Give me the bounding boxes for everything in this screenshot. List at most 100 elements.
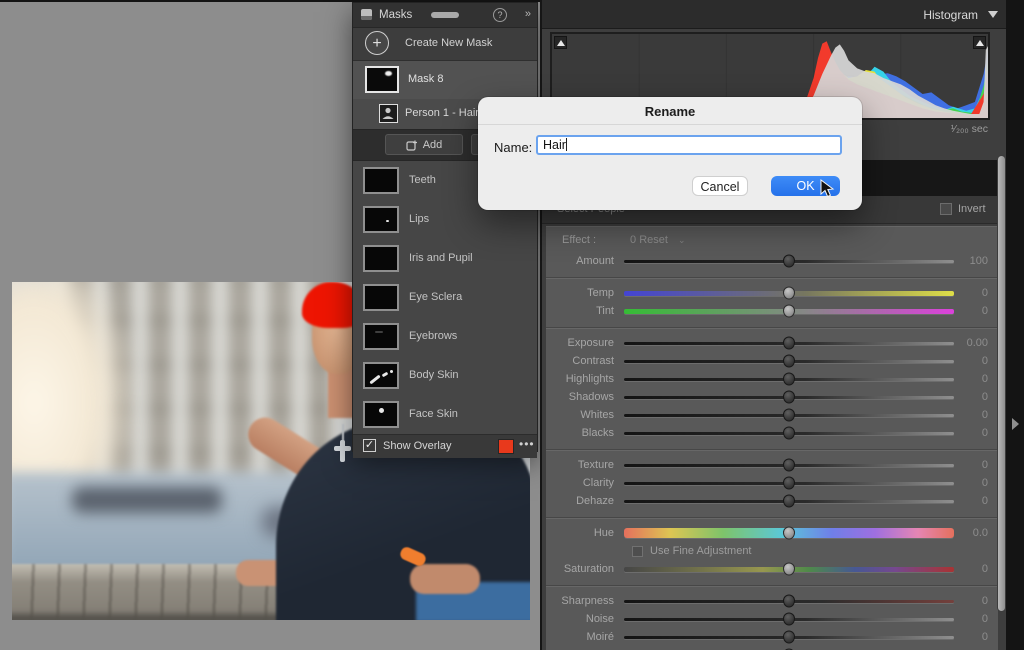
slider-label: Noise xyxy=(554,613,614,625)
slider-value: 0 xyxy=(954,613,990,625)
effect-label: Effect : xyxy=(562,234,596,246)
mask-list-item[interactable]: Eye Sclera xyxy=(353,278,537,317)
mask-icon xyxy=(361,9,372,20)
drag-handle[interactable] xyxy=(431,12,459,18)
slider-knob[interactable] xyxy=(783,495,795,508)
slider-track-sharpness[interactable] xyxy=(624,600,954,603)
mask-list-item[interactable]: Body Skin xyxy=(353,356,537,395)
highlight-clipping-indicator[interactable] xyxy=(973,36,986,49)
masks-panel: Masks ? » + Create New Mask Mask 8 Perso… xyxy=(352,2,538,452)
histogram-panel-header[interactable]: Histogram xyxy=(542,0,1006,29)
slider-knob[interactable] xyxy=(783,477,795,490)
scrollbar[interactable] xyxy=(997,155,1006,612)
slider-dehaze: Dehaze0 xyxy=(546,492,998,510)
slider-track-hue[interactable] xyxy=(624,528,954,538)
slider-track-dehaze[interactable] xyxy=(624,500,954,503)
slider-track-tint[interactable] xyxy=(624,309,954,314)
slider-track-blacks[interactable] xyxy=(624,432,954,435)
slider-label: Highlights xyxy=(554,373,614,385)
slider-knob[interactable] xyxy=(783,373,795,386)
reset-button[interactable]: 0 Reset xyxy=(630,234,668,246)
mask-list-item[interactable]: Iris and Pupil xyxy=(353,239,537,278)
slider-value: 0 xyxy=(954,595,990,607)
slider-whites: Whites0 xyxy=(546,406,998,424)
slider-knob[interactable] xyxy=(783,631,795,644)
histogram-title: Histogram xyxy=(923,8,978,22)
slider-knob[interactable] xyxy=(783,355,795,368)
slider-exposure: Exposure0.00 xyxy=(546,334,998,352)
add-button[interactable]: Add xyxy=(385,134,463,155)
invert-checkbox[interactable] xyxy=(940,203,952,215)
collapse-icon[interactable]: » xyxy=(525,8,529,20)
slider-label: Exposure xyxy=(554,337,614,349)
slider-label: Shadows xyxy=(554,391,614,403)
slider-group: Hue0.0Use Fine AdjustmentSaturation0 xyxy=(546,517,998,585)
slider-clarity: Clarity0 xyxy=(546,474,998,492)
slider-track-shadows[interactable] xyxy=(624,396,954,399)
slider-label: Tint xyxy=(554,305,614,317)
cancel-button[interactable]: Cancel xyxy=(692,176,748,196)
name-input[interactable]: Hair xyxy=(536,135,842,155)
slider-contrast: Contrast0 xyxy=(546,352,998,370)
add-button-label: Add xyxy=(423,139,443,151)
slider-value: 0 xyxy=(954,355,990,367)
slider-track-amount[interactable] xyxy=(624,260,954,263)
use-fine-adjustment-row: Use Fine Adjustment xyxy=(546,542,998,560)
slider-knob[interactable] xyxy=(783,527,795,540)
slider-group: Texture0Clarity0Dehaze0 xyxy=(546,449,998,517)
slider-knob[interactable] xyxy=(783,595,795,608)
slider-track-texture[interactable] xyxy=(624,464,954,467)
mask-item-selected[interactable]: Mask 8 xyxy=(353,61,537,99)
slider-group: Temp0Tint0 xyxy=(546,277,998,327)
help-icon[interactable]: ? xyxy=(493,8,507,22)
plus-icon: + xyxy=(365,31,389,55)
slider-tint: Tint0 xyxy=(546,302,998,320)
mask-list-item[interactable]: Face Skin xyxy=(353,395,537,434)
slider-knob[interactable] xyxy=(783,305,795,318)
slider-blacks: Blacks0 xyxy=(546,424,998,442)
panel-expander-icon[interactable] xyxy=(1012,418,1019,430)
overlay-color-swatch[interactable] xyxy=(498,439,514,454)
slider-track-noise[interactable] xyxy=(624,618,954,621)
slider-track-moir-[interactable] xyxy=(624,636,954,639)
effect-dropdown-icon[interactable]: ⌄ xyxy=(678,235,686,246)
slider-knob[interactable] xyxy=(783,427,795,440)
slider-track-saturation[interactable] xyxy=(624,567,954,572)
slider-knob[interactable] xyxy=(783,409,795,422)
text-caret xyxy=(566,138,567,151)
slider-track-clarity[interactable] xyxy=(624,482,954,485)
slider-label: Texture xyxy=(554,459,614,471)
slider-knob[interactable] xyxy=(783,613,795,626)
masks-panel-header[interactable]: Masks ? » xyxy=(353,3,537,28)
slider-value: 0 xyxy=(954,409,990,421)
create-new-mask-button[interactable]: + Create New Mask xyxy=(353,28,537,61)
slider-track-whites[interactable] xyxy=(624,414,954,417)
panel-edge-strip xyxy=(1006,0,1024,650)
panel-collapse-triangle-icon[interactable] xyxy=(988,11,998,18)
slider-track-exposure[interactable] xyxy=(624,342,954,345)
slider-track-contrast[interactable] xyxy=(624,360,954,363)
show-overlay-checkbox[interactable]: ✓ xyxy=(363,439,376,452)
slider-knob[interactable] xyxy=(783,287,795,300)
shadow-clipping-indicator[interactable] xyxy=(554,36,567,49)
mask-list-item[interactable]: Eyebrows xyxy=(353,317,537,356)
slider-label: Blacks xyxy=(554,427,614,439)
slider-knob[interactable] xyxy=(783,391,795,404)
slider-knob[interactable] xyxy=(783,337,795,350)
slider-label: Dehaze xyxy=(554,495,614,507)
slider-knob[interactable] xyxy=(783,255,795,268)
more-options-icon[interactable]: ••• xyxy=(519,437,535,451)
slider-shadows: Shadows0 xyxy=(546,388,998,406)
slider-knob[interactable] xyxy=(783,563,795,576)
lightroom-window: Masks ? » + Create New Mask Mask 8 Perso… xyxy=(0,0,1024,650)
mask-name: Mask 8 xyxy=(408,73,443,85)
slider-track-highlights[interactable] xyxy=(624,378,954,381)
slider-knob[interactable] xyxy=(783,459,795,472)
use-fine-adjustment-checkbox[interactable] xyxy=(632,546,643,557)
slider-value: 0 xyxy=(954,287,990,299)
mask-thumbnail xyxy=(365,66,399,93)
slider-value: 0 xyxy=(954,631,990,643)
slider-track-temp[interactable] xyxy=(624,291,954,296)
mask-name: Body Skin xyxy=(409,369,459,381)
slider-label: Amount xyxy=(554,255,614,267)
